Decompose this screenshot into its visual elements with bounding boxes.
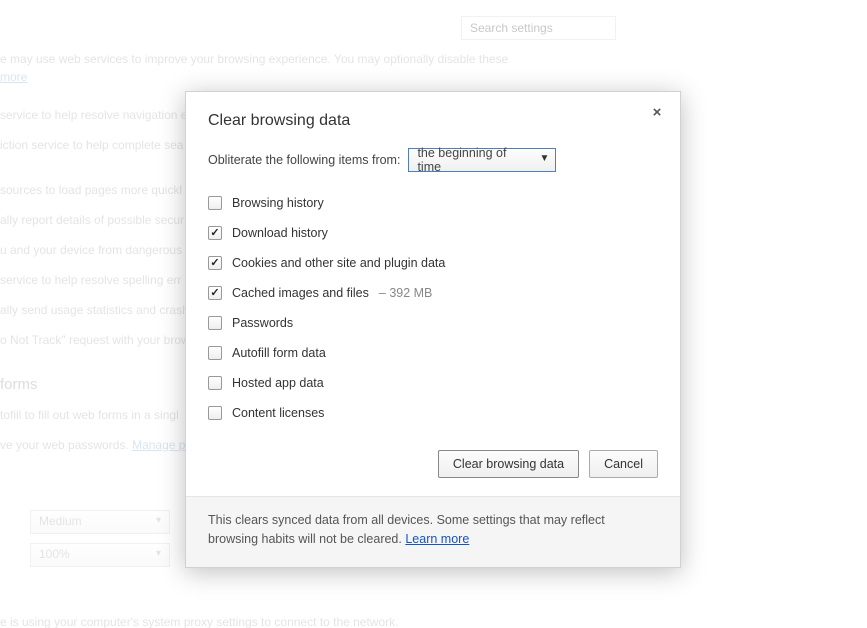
option-label: Browsing history — [232, 196, 324, 210]
time-range-select[interactable]: the beginning of time ▼ — [408, 148, 556, 172]
option-label: Download history — [232, 226, 328, 240]
dialog-footer: This clears synced data from all devices… — [186, 496, 680, 567]
option-row: Passwords — [208, 308, 658, 338]
option-checkbox[interactable] — [208, 316, 222, 330]
option-label: Cached images and files — [232, 286, 369, 300]
option-label: Passwords — [232, 316, 293, 330]
dialog-title: Clear browsing data — [208, 112, 658, 130]
time-range-value: the beginning of time — [417, 146, 533, 174]
clear-browsing-data-button[interactable]: Clear browsing data — [438, 450, 579, 478]
clear-browsing-data-dialog: × Clear browsing data Obliterate the fol… — [185, 91, 681, 568]
option-checkbox[interactable] — [208, 286, 222, 300]
option-checkbox[interactable] — [208, 376, 222, 390]
option-label: Cookies and other site and plugin data — [232, 256, 445, 270]
option-checkbox[interactable] — [208, 406, 222, 420]
option-row: Autofill form data — [208, 338, 658, 368]
option-label: Hosted app data — [232, 376, 324, 390]
option-checkbox[interactable] — [208, 196, 222, 210]
option-extra: – 392 MB — [379, 286, 433, 300]
option-row: Download history — [208, 218, 658, 248]
option-checkbox[interactable] — [208, 256, 222, 270]
cancel-button[interactable]: Cancel — [589, 450, 658, 478]
learn-more-link[interactable]: Learn more — [405, 532, 469, 546]
option-row: Content licenses — [208, 398, 658, 428]
option-checkbox[interactable] — [208, 226, 222, 240]
option-row: Cookies and other site and plugin data — [208, 248, 658, 278]
option-label: Autofill form data — [232, 346, 326, 360]
option-row: Cached images and files – 392 MB — [208, 278, 658, 308]
chevron-down-icon: ▼ — [540, 153, 550, 164]
close-icon[interactable]: × — [650, 106, 664, 120]
option-row: Hosted app data — [208, 368, 658, 398]
option-label: Content licenses — [232, 406, 324, 420]
option-checkbox[interactable] — [208, 346, 222, 360]
option-row: Browsing history — [208, 188, 658, 218]
dialog-prompt: Obliterate the following items from: — [208, 153, 400, 167]
